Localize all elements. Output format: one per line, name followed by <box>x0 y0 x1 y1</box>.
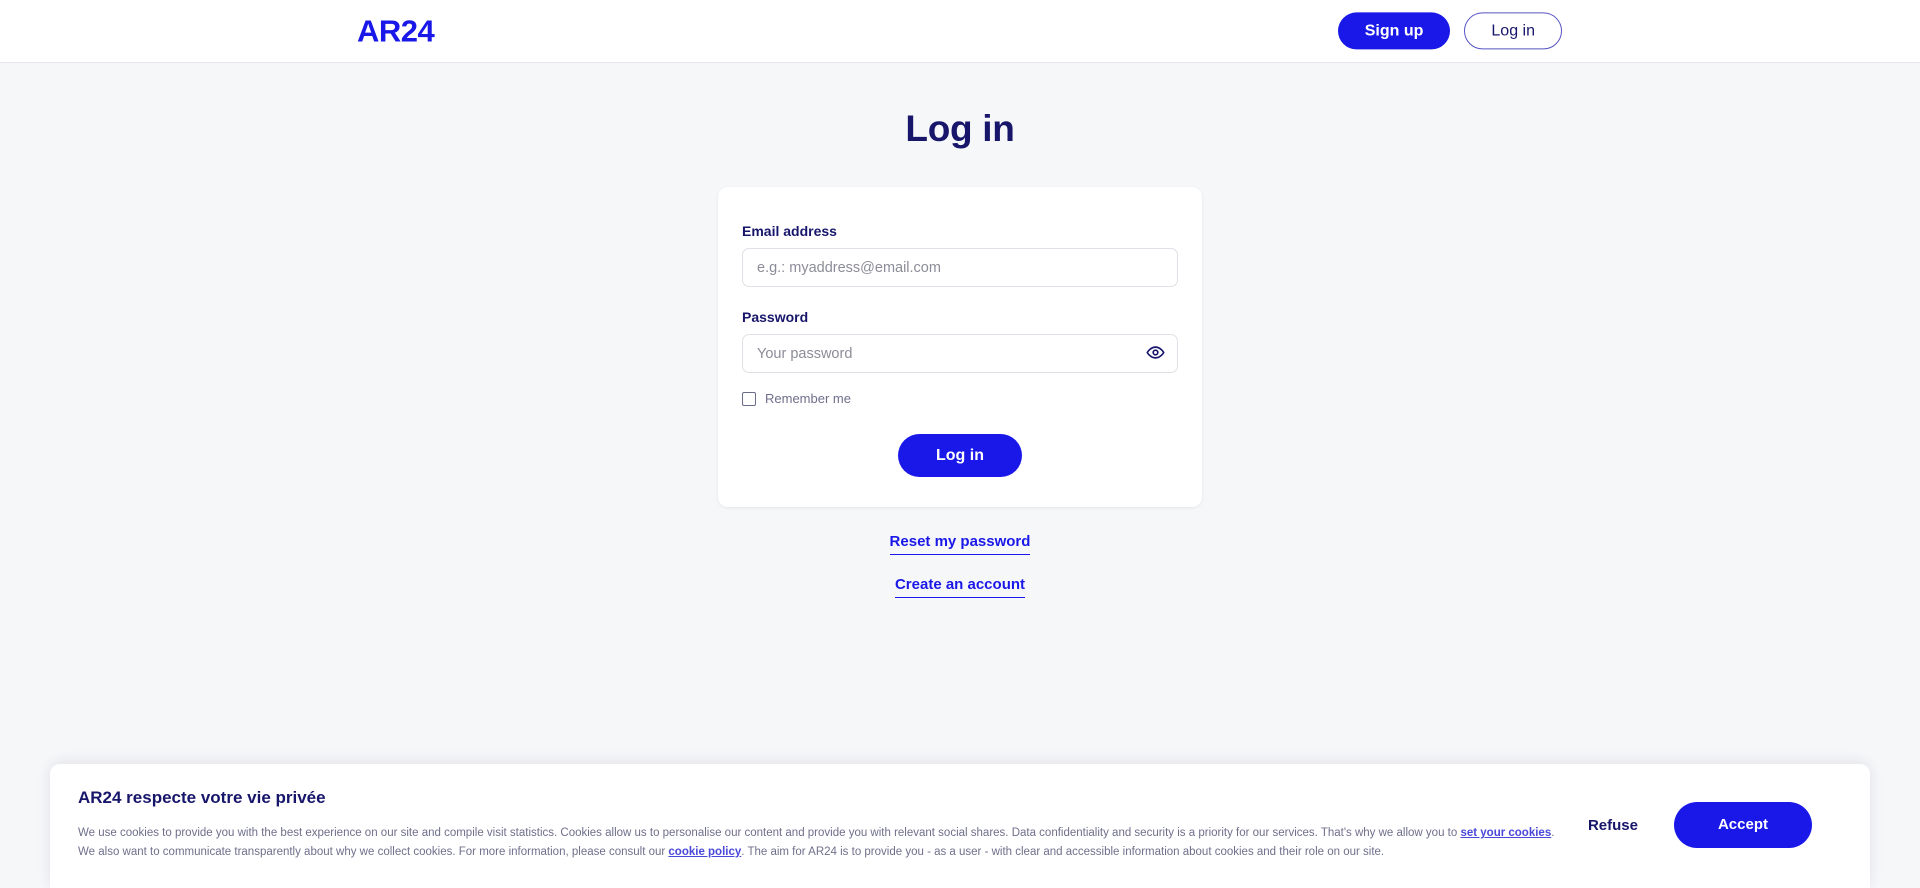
remember-me-checkbox[interactable] <box>742 391 756 406</box>
ar24-logo[interactable]: AR24 <box>357 16 435 47</box>
set-your-cookies-link[interactable]: set your cookies <box>1460 827 1551 839</box>
cookie-text-column: AR24 respecte votre vie privée We use co… <box>78 788 1588 862</box>
reset-password-row: Reset my password <box>0 533 1920 556</box>
auxiliary-links: Reset my password Create an account <box>0 533 1920 599</box>
cookie-banner-body: We use cookies to provide you with the b… <box>78 824 1558 862</box>
cookie-consent-banner: AR24 respecte votre vie privée We use co… <box>50 764 1870 888</box>
page-title: Log in <box>905 108 1015 149</box>
email-label: Email address <box>742 223 837 239</box>
create-account-row: Create an account <box>0 576 1920 599</box>
password-field-group: Password <box>742 309 1178 373</box>
accept-cookies-button[interactable]: Accept <box>1673 802 1812 849</box>
cookie-banner-actions: Refuse Accept <box>1588 802 1842 849</box>
header-log-in-button[interactable]: Log in <box>1464 12 1562 50</box>
cookie-paragraph-2: We also want to communicate transparentl… <box>78 843 1558 862</box>
log-in-submit-button[interactable]: Log in <box>898 434 1022 478</box>
header-actions: Sign up Log in <box>1337 12 1562 50</box>
submit-row: Log in <box>742 434 1178 478</box>
remember-me-label[interactable]: Remember me <box>765 391 851 406</box>
password-label: Password <box>742 309 809 325</box>
toggle-password-visibility-button[interactable] <box>1146 343 1165 365</box>
sign-up-button[interactable]: Sign up <box>1337 12 1451 50</box>
password-input[interactable] <box>742 334 1178 373</box>
email-field-group: Email address <box>742 223 1178 287</box>
login-card: Email address Password <box>718 187 1202 508</box>
cookie-paragraph-1: We use cookies to provide you with the b… <box>78 824 1558 843</box>
password-input-wrap <box>742 334 1178 373</box>
refuse-cookies-button[interactable]: Refuse <box>1588 817 1638 834</box>
eye-icon <box>1146 343 1165 365</box>
main-content: Log in Email address Password <box>0 108 1920 599</box>
reset-my-password-link[interactable]: Reset my password <box>889 533 1031 556</box>
cookie-p1-text-b: . <box>1551 827 1555 840</box>
remember-me-row: Remember me <box>742 391 1178 406</box>
create-an-account-link[interactable]: Create an account <box>894 576 1026 599</box>
email-input[interactable] <box>742 248 1178 287</box>
cookie-p2-text-a: We also want to communicate transparentl… <box>78 846 669 859</box>
cookie-p2-text-b: . The aim for AR24 is to provide you - a… <box>741 846 1385 859</box>
cookie-policy-link[interactable]: cookie policy <box>668 846 741 858</box>
cookie-banner-title: AR24 respecte votre vie privée <box>78 788 326 808</box>
cookie-p1-text-a: We use cookies to provide you with the b… <box>78 827 1461 840</box>
email-input-wrap <box>742 248 1178 287</box>
site-header: AR24 Sign up Log in <box>0 0 1920 63</box>
